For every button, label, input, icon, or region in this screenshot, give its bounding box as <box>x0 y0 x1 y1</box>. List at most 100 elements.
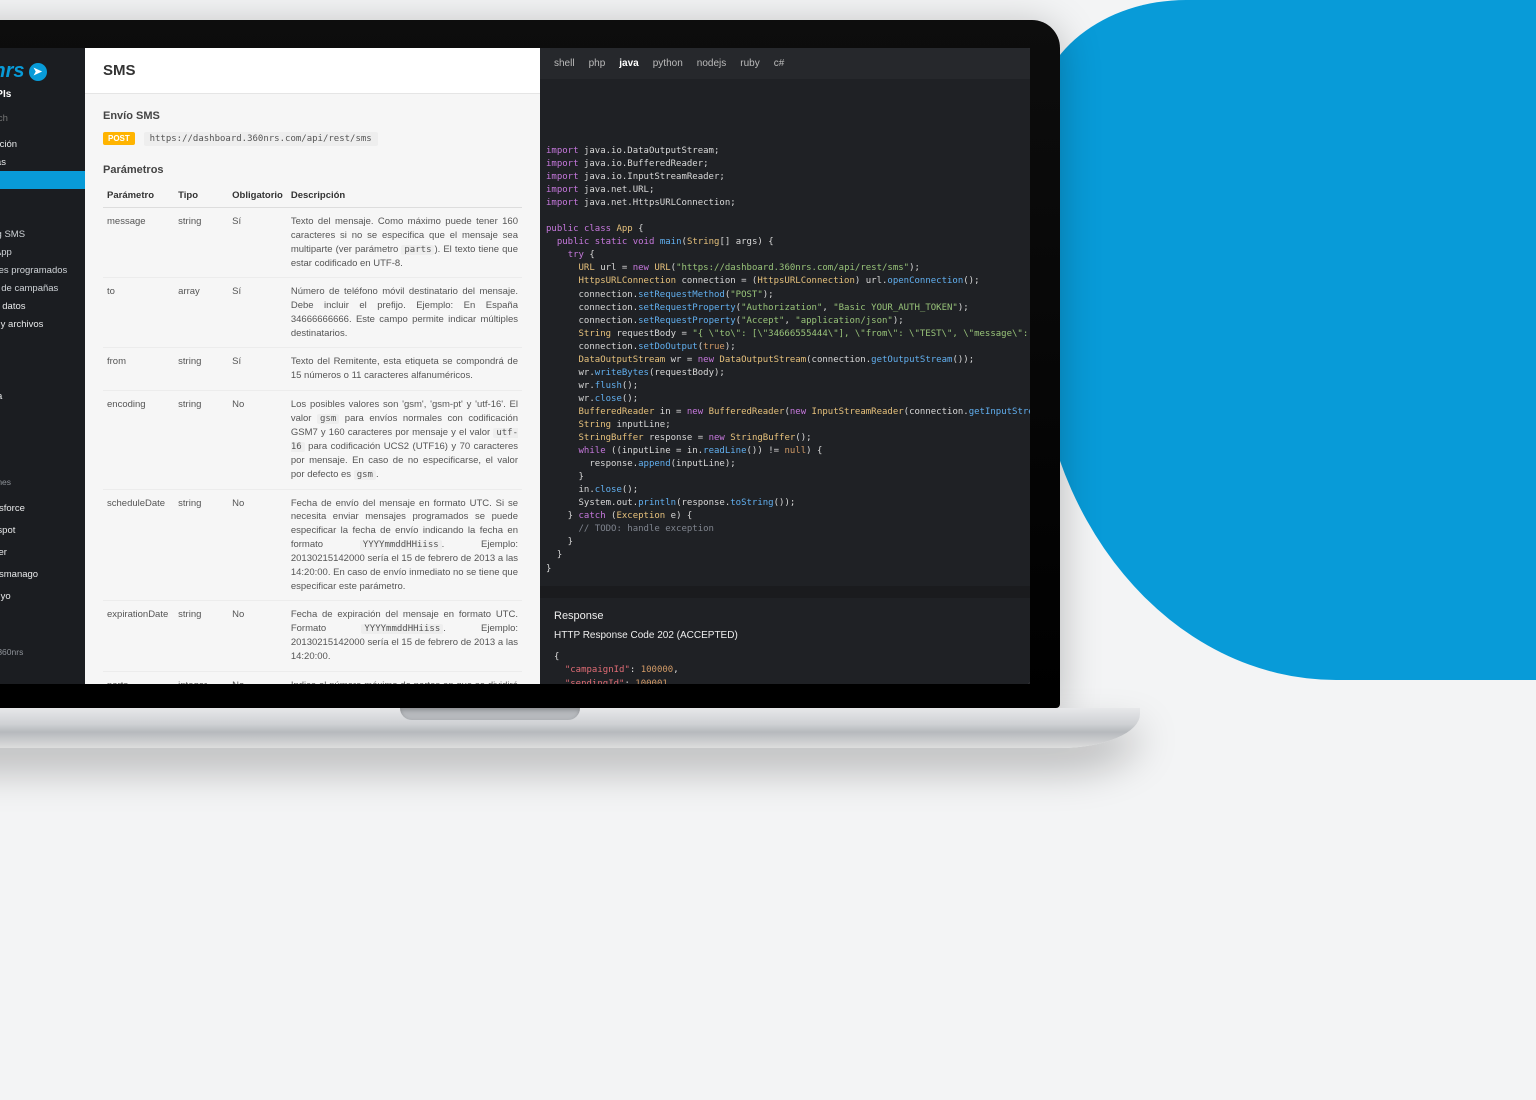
param-type: string <box>174 489 228 601</box>
param-name: to <box>103 278 174 348</box>
sidebar-item-bases-de-datos[interactable]: Bases de datos <box>0 297 85 315</box>
sidebar-item-cuenta[interactable]: Cuenta <box>0 369 85 387</box>
lang-tab-ruby[interactable]: ruby <box>740 58 759 69</box>
search-row[interactable]: 🔍 <box>0 108 85 129</box>
param-desc: Texto del mensaje. Como máximo puede ten… <box>287 208 522 278</box>
param-type: string <box>174 390 228 489</box>
sidebar-item-campañas[interactable]: Campañas <box>0 153 85 171</box>
app-screen: 360nrs ➤ REST APIs 🔍 AutenticaciónCampañ… <box>0 48 1030 684</box>
param-required: No <box>228 601 287 671</box>
sidebar-item-otp[interactable]: OTP <box>0 351 85 369</box>
sidebar-item-errores[interactable]: Errores <box>0 405 85 423</box>
paper-plane-icon: ➤ <box>29 63 47 81</box>
response-label: Response <box>540 586 1030 630</box>
lang-tab-python[interactable]: python <box>653 58 683 69</box>
lang-tab-nodejs[interactable]: nodejs <box>697 58 726 69</box>
param-name: from <box>103 348 174 391</box>
response-json: { "campaignId": 100000, "sendingId": 100… <box>540 651 1030 684</box>
sidebar-item-mensajes-programados[interactable]: Mensajes programados <box>0 261 85 279</box>
param-desc: Fecha de expiración del mensaje en forma… <box>287 601 522 671</box>
language-flags[interactable] <box>0 613 85 641</box>
lang-tab-shell[interactable]: shell <box>554 58 575 69</box>
lang-tabs: shell php java python nodejs ruby c# <box>540 48 1030 79</box>
param-desc: Indica el número máximo de partes en que… <box>287 671 522 684</box>
table-row: expirationDatestringNoFecha de expiració… <box>103 601 522 671</box>
http-method-badge: POST <box>103 132 135 145</box>
sidebar-item-autenticación[interactable]: Autenticación <box>0 135 85 153</box>
logo-text: 360nrs <box>0 60 25 83</box>
table-row: partsintegerNoIndica el número máximo de… <box>103 671 522 684</box>
param-type: string <box>174 348 228 391</box>
table-row: fromstringSíTexto del Remitente, esta et… <box>103 348 522 391</box>
param-required: Sí <box>228 208 287 278</box>
endpoint-url: https://dashboard.360nrs.com/api/rest/sm… <box>144 132 378 146</box>
code-sample: import java.io.DataOutputStream; import … <box>546 145 1024 576</box>
param-type: string <box>174 208 228 278</box>
lang-tab-c#[interactable]: c# <box>774 58 785 69</box>
table-row: encodingstringNoLos posibles valores son… <box>103 390 522 489</box>
sidebar-item-listado-de-campañas[interactable]: Listado de campañas <box>0 279 85 297</box>
laptop-notch <box>400 708 580 720</box>
param-required: No <box>228 671 287 684</box>
code-block: import java.io.DataOutputStream; import … <box>540 117 1030 586</box>
param-desc: Los posibles valores son 'gsm', 'gsm-pt'… <box>287 390 522 489</box>
smpp-label[interactable]: SMPP API <box>0 447 85 469</box>
param-type: array <box>174 278 228 348</box>
integrations-label: Integraciones <box>0 469 85 491</box>
logo[interactable]: 360nrs ➤ <box>0 48 85 89</box>
sidebar-item-landing-sms[interactable]: Landing SMS <box>0 225 85 243</box>
col-obligatorio: Obligatorio <box>228 184 287 208</box>
table-row: messagestringSíTexto del mensaje. Como m… <box>103 208 522 278</box>
sidebar: 360nrs ➤ REST APIs 🔍 AutenticaciónCampañ… <box>0 48 85 684</box>
sidebar-item-eventos[interactable]: Eventos <box>0 333 85 351</box>
integration-salesforce[interactable]: Salesforce <box>0 497 85 519</box>
col-descripcion: Descripción <box>287 184 522 208</box>
laptop-mockup: 360nrs ➤ REST APIs 🔍 AutenticaciónCampañ… <box>0 20 1060 748</box>
param-type: integer <box>174 671 228 684</box>
code-panel: shell php java python nodejs ruby c# import ja… <box>540 48 1030 684</box>
footer-link[interactable]: Acceso a 360nrs <box>0 641 85 667</box>
params-heading: Parámetros <box>103 164 522 176</box>
integration-zapier[interactable]: Zapier <box>0 541 85 563</box>
sidebar-title: REST APIs <box>0 89 85 108</box>
sidebar-item-sms[interactable]: SMS <box>0 171 85 189</box>
param-name: scheduleDate <box>103 489 174 601</box>
integration-label: Zapier <box>0 547 7 558</box>
table-row: toarraySíNúmero de teléfono móvil destin… <box>103 278 522 348</box>
endpoint-row: POST https://dashboard.360nrs.com/api/re… <box>103 132 522 146</box>
page-title: SMS <box>85 48 540 94</box>
docs-panel: SMS Envío SMS POST https://dashboard.360… <box>85 48 540 684</box>
param-required: Sí <box>228 348 287 391</box>
sidebar-item-whatsapp[interactable]: WhatsApp <box>0 243 85 261</box>
laptop-base <box>0 708 1140 748</box>
response-status: HTTP Response Code 202 (ACCEPTED) <box>540 630 1030 651</box>
sidebar-item-cobertura[interactable]: Cobertura <box>0 387 85 405</box>
table-row: scheduleDatestringNoFecha de envío del m… <box>103 489 522 601</box>
section-subtitle: Envío SMS <box>103 110 522 122</box>
background-blob <box>1036 0 1536 680</box>
sidebar-item-plantillas-y-archivos[interactable]: Plantillas y archivos <box>0 315 85 333</box>
param-required: Sí <box>228 278 287 348</box>
integration-label: Hubspot <box>0 525 15 536</box>
col-parametro: Parámetro <box>103 184 174 208</box>
integration-label: Klaviyo <box>0 591 11 602</box>
param-required: No <box>228 489 287 601</box>
param-desc: Número de teléfono móvil destinatario de… <box>287 278 522 348</box>
param-name: encoding <box>103 390 174 489</box>
integration-label: Salesmanago <box>0 569 38 580</box>
integration-hubspot[interactable]: Hubspot <box>0 519 85 541</box>
param-required: No <box>228 390 287 489</box>
sidebar-item-anexos[interactable]: Anexos <box>0 423 85 441</box>
search-input[interactable] <box>0 112 75 125</box>
param-name: parts <box>103 671 174 684</box>
lang-tab-php[interactable]: php <box>589 58 606 69</box>
lang-tab-java[interactable]: java <box>619 58 638 69</box>
sidebar-item-email[interactable]: Email <box>0 189 85 207</box>
integration-klaviyo[interactable]: Klaviyo <box>0 585 85 607</box>
integration-salesmanago[interactable]: Salesmanago <box>0 563 85 585</box>
nav-integrations: Salesforce Hubspot Zapier Salesmanago Klaviy… <box>0 491 85 613</box>
sidebar-item-voz[interactable]: Voz <box>0 207 85 225</box>
param-name: message <box>103 208 174 278</box>
integration-label: Salesforce <box>0 503 25 514</box>
nav-primary: AutenticaciónCampañasSMSEmailVozLanding … <box>0 129 85 447</box>
